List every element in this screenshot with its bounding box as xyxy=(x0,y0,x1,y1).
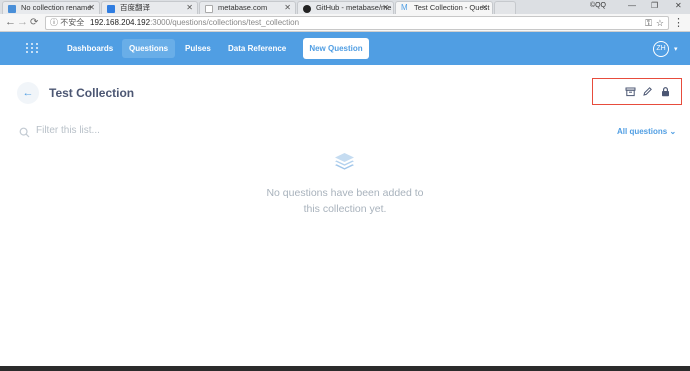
tab-title: 百度翻译 xyxy=(120,3,150,12)
close-tab-icon[interactable]: ✕ xyxy=(284,2,291,14)
tab-title: No collection rename xyxy=(21,3,92,12)
metabase-favicon: M xyxy=(401,3,408,12)
url-text: 192.168.204.192:3000/questions/collectio… xyxy=(90,17,299,29)
lock-icon[interactable] xyxy=(660,86,671,97)
search-icon xyxy=(19,125,30,143)
collection-stack-icon xyxy=(333,152,356,177)
tab-favicon xyxy=(205,5,213,13)
browser-user-badge[interactable]: ©QQ xyxy=(590,1,606,11)
close-tab-icon[interactable]: ✕ xyxy=(481,2,488,14)
close-tab-icon[interactable]: ✕ xyxy=(382,2,389,14)
filter-placeholder: Filter this list... xyxy=(36,125,100,136)
tab-favicon xyxy=(8,5,16,13)
nav-questions[interactable]: Questions xyxy=(122,39,176,58)
back-button[interactable]: ← xyxy=(17,82,39,104)
nav-dashboards[interactable]: Dashboards xyxy=(60,39,120,58)
tab-title: Test Collection - Quest xyxy=(414,3,490,12)
tab-title: metabase.com xyxy=(218,3,268,12)
bookmark-star-icon[interactable]: ☆ xyxy=(656,17,664,29)
back-arrow-icon[interactable]: ← xyxy=(5,16,16,29)
maximize-icon[interactable]: ❐ xyxy=(651,0,658,12)
browser-tab-1[interactable]: No collection rename ✕ xyxy=(2,1,100,14)
chevron-down-icon: ⌄ xyxy=(669,127,677,136)
nav-pulses[interactable]: Pulses xyxy=(178,39,218,58)
browser-tab-4[interactable]: GitHub - metabase/me ✕ xyxy=(297,1,394,14)
app-navbar: Dashboards Questions Pulses Data Referen… xyxy=(0,32,690,65)
reload-icon[interactable]: ⟳ xyxy=(30,16,38,29)
close-tab-icon[interactable]: ✕ xyxy=(186,2,193,14)
tab-favicon xyxy=(107,5,115,13)
url-path: :3000/questions/collections/test_collect… xyxy=(150,18,300,27)
url-host: 192.168.204.192 xyxy=(90,18,151,27)
browser-tab-2[interactable]: 百度翻译 ✕ xyxy=(101,1,198,14)
browser-tab-strip: No collection rename ✕ 百度翻译 ✕ metabase.c… xyxy=(0,0,690,14)
address-bar[interactable]: ⓘ 不安全 192.168.204.192:3000/questions/col… xyxy=(45,16,669,30)
key-icon[interactable]: ⚿ xyxy=(645,17,652,29)
tab-title: GitHub - metabase/me xyxy=(316,3,392,12)
pencil-icon[interactable] xyxy=(642,86,653,97)
page-title: Test Collection xyxy=(49,86,135,100)
all-questions-dropdown[interactable]: All questions ⌄ xyxy=(617,127,676,137)
archive-icon[interactable] xyxy=(625,86,636,97)
github-icon xyxy=(303,5,311,13)
minimize-icon[interactable]: — xyxy=(628,0,636,12)
metabase-logo-icon[interactable] xyxy=(26,43,38,54)
dropdown-label: All questions xyxy=(617,127,668,136)
browser-toolbar: ← → ⟳ ⓘ 不安全 192.168.204.192:3000/questio… xyxy=(0,14,690,32)
empty-state-message: No questions have been added to this col… xyxy=(245,185,445,217)
close-window-icon[interactable]: ✕ xyxy=(675,0,682,12)
browser-tab-3[interactable]: metabase.com ✕ xyxy=(199,1,296,14)
filter-input[interactable]: Filter this list... xyxy=(19,124,219,138)
security-indicator[interactable]: ⓘ 不安全 xyxy=(50,17,84,29)
chevron-down-icon[interactable]: ▾ xyxy=(674,45,678,53)
taskbar xyxy=(0,366,690,371)
arrow-left-icon: ← xyxy=(22,87,34,99)
new-tab-button[interactable] xyxy=(494,1,516,14)
user-avatar[interactable]: ZH xyxy=(653,41,669,57)
close-tab-icon[interactable]: ✕ xyxy=(88,2,95,14)
browser-menu-icon[interactable]: ⋮ xyxy=(673,16,684,29)
empty-message-line: No questions have been added to xyxy=(266,187,424,199)
new-question-button[interactable]: New Question xyxy=(303,38,369,59)
nav-data-reference[interactable]: Data Reference xyxy=(221,39,293,58)
browser-tab-5[interactable]: M Test Collection - Quest ✕ xyxy=(395,1,493,14)
forward-arrow-icon[interactable]: → xyxy=(17,16,28,29)
empty-message-line: this collection yet. xyxy=(303,203,387,215)
